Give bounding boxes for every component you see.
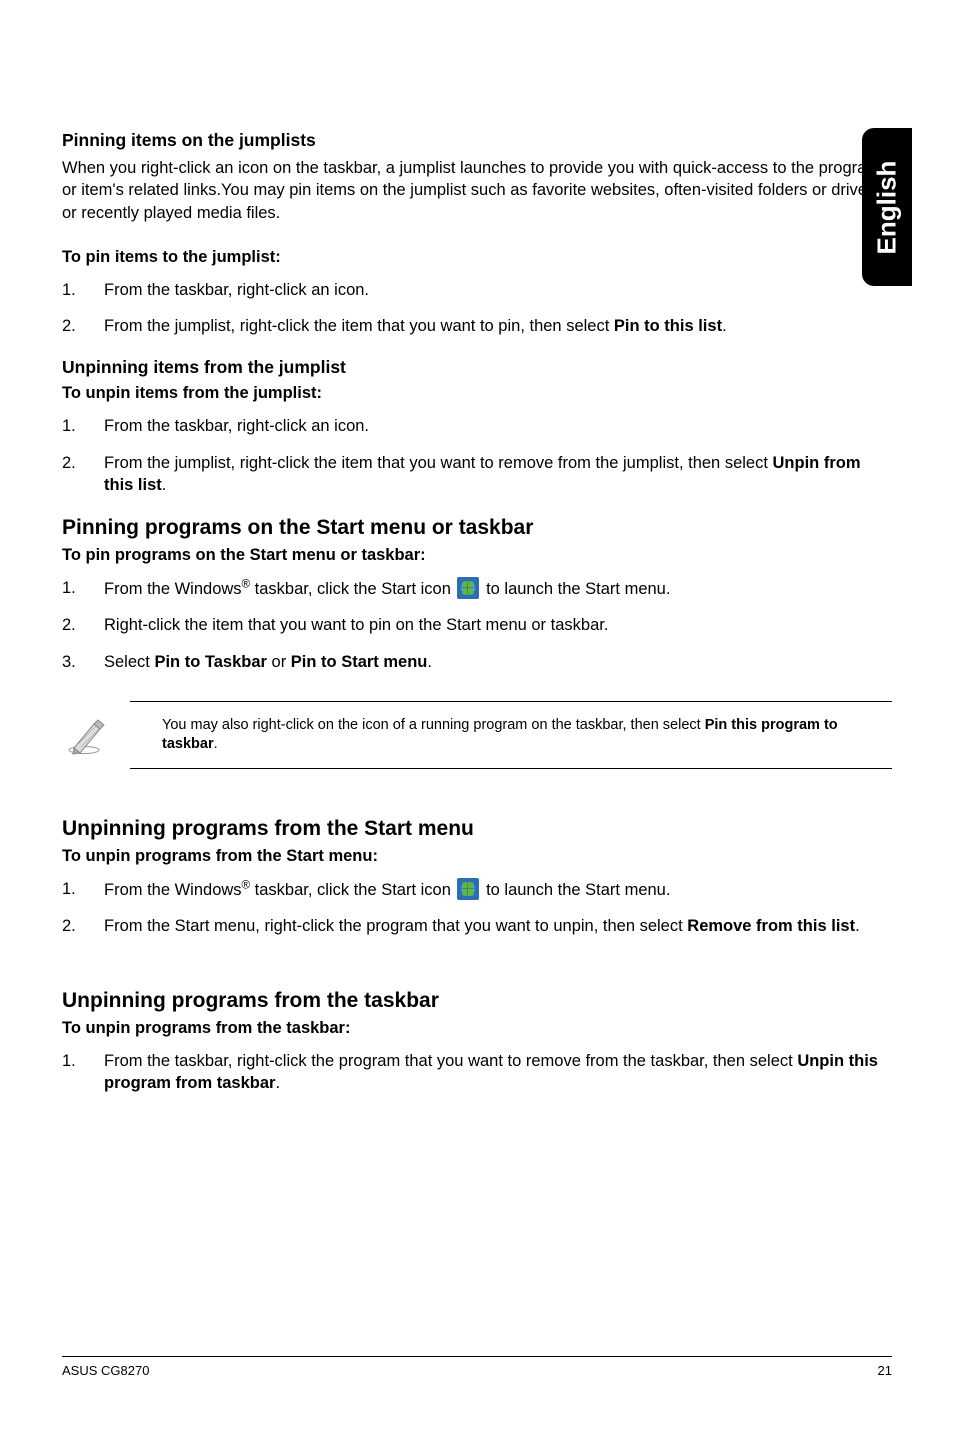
windows-start-icon	[457, 878, 479, 900]
page-content: Pinning items on the jumplists When you …	[0, 0, 954, 1095]
list-pin-programs: 1.From the Windows® taskbar, click the S…	[62, 577, 892, 673]
note-text: You may also right-click on the icon of …	[130, 701, 892, 769]
lead-pin-jumplist: To pin items to the jumplist:	[62, 248, 892, 267]
footer-model: ASUS CG8270	[62, 1363, 149, 1378]
heading-pinning-programs: Pinning programs on the Start menu or ta…	[62, 516, 892, 540]
list-item: 1.From the taskbar, right-click an icon.	[62, 415, 892, 437]
language-tab: English	[862, 128, 912, 286]
language-tab-label: English	[872, 160, 903, 254]
footer-page-number: 21	[878, 1363, 892, 1378]
heading-pinning-jumplists: Pinning items on the jumplists	[62, 130, 892, 151]
lead-unpin-jumplist: To unpin items from the jumplist:	[62, 384, 892, 403]
list-item: 2.From the jumplist, right-click the ite…	[62, 452, 892, 497]
note-callout: You may also right-click on the icon of …	[62, 701, 892, 769]
list-pin-jumplist: 1.From the taskbar, right-click an icon.…	[62, 279, 892, 338]
list-unpin-jumplist: 1.From the taskbar, right-click an icon.…	[62, 415, 892, 496]
windows-start-icon	[457, 577, 479, 599]
list-item: 2.From the jumplist, right-click the ite…	[62, 315, 892, 337]
list-item: 3.Select Pin to Taskbar or Pin to Start …	[62, 651, 892, 673]
intro-pinning-jumplists: When you right-click an icon on the task…	[62, 157, 892, 224]
list-item: 1.From the Windows® taskbar, click the S…	[62, 878, 892, 901]
list-item: 1.From the taskbar, right-click the prog…	[62, 1050, 892, 1095]
list-item: 1.From the Windows® taskbar, click the S…	[62, 577, 892, 600]
page-footer: ASUS CG8270 21	[62, 1356, 892, 1378]
list-item: 2.Right-click the item that you want to …	[62, 614, 892, 636]
list-item: 1.From the taskbar, right-click an icon.	[62, 279, 892, 301]
heading-unpinning-start: Unpinning programs from the Start menu	[62, 817, 892, 841]
list-item: 2.From the Start menu, right-click the p…	[62, 915, 892, 937]
heading-unpinning-taskbar: Unpinning programs from the taskbar	[62, 989, 892, 1013]
pencil-icon	[62, 714, 130, 756]
list-unpin-start: 1.From the Windows® taskbar, click the S…	[62, 878, 892, 938]
heading-unpinning-jumplist: Unpinning items from the jumplist	[62, 357, 892, 378]
lead-unpin-taskbar: To unpin programs from the taskbar:	[62, 1019, 892, 1038]
lead-pin-programs: To pin programs on the Start menu or tas…	[62, 546, 892, 565]
list-unpin-taskbar: 1.From the taskbar, right-click the prog…	[62, 1050, 892, 1095]
lead-unpin-start: To unpin programs from the Start menu:	[62, 847, 892, 866]
